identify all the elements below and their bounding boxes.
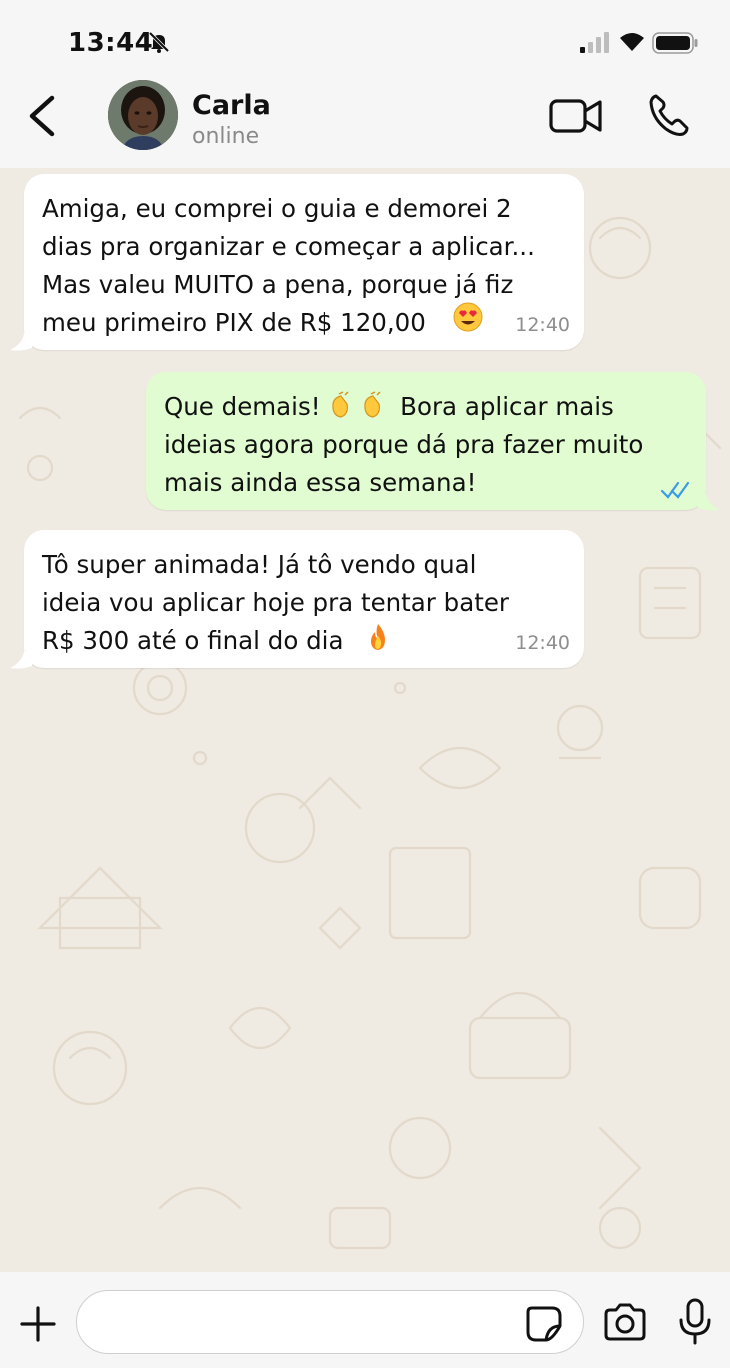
wifi-icon [620, 33, 644, 51]
message-bubble-incoming[interactable]: Amiga, eu comprei o guia e demorei 2 dia… [24, 174, 584, 350]
avatar-portrait [108, 80, 178, 150]
bubble-tail [698, 494, 720, 511]
status-bar: 13:44 [0, 0, 730, 80]
plus-icon[interactable] [18, 1304, 58, 1344]
video-call-icon[interactable] [548, 96, 604, 136]
status-time: 13:44 [68, 28, 154, 58]
message-bubble-outgoing[interactable]: Que demais! Bora aplicar mais ideias ago… [146, 372, 706, 510]
message-time: 12:40 [515, 632, 570, 654]
sticker-icon[interactable] [524, 1304, 564, 1344]
message-text: Tô super animada! Já tô vendo qual ideia… [42, 550, 509, 655]
contact-status: online [192, 124, 260, 149]
read-double-check-icon [660, 481, 690, 499]
signal-icon [580, 32, 609, 53]
message-bubble-incoming[interactable]: Tô super animada! Já tô vendo qual ideia… [24, 530, 584, 668]
heart-eyes-emoji [453, 302, 483, 332]
message-input[interactable] [76, 1290, 584, 1354]
message-text-start: Que demais! [164, 392, 321, 421]
bubble-tail [10, 334, 32, 351]
bubble-tail [10, 652, 32, 669]
message-time: 12:40 [515, 314, 570, 336]
chat-header: Carla online [0, 80, 730, 170]
bell-off-icon [148, 31, 170, 53]
contact-name[interactable]: Carla [192, 90, 271, 121]
phone-call-icon[interactable] [646, 92, 692, 138]
chat-area[interactable]: Amiga, eu comprei o guia e demorei 2 dia… [0, 168, 730, 1272]
camera-icon[interactable] [602, 1302, 648, 1342]
battery-icon [652, 32, 698, 54]
avatar[interactable] [108, 80, 178, 150]
clapping-hands-emoji [364, 391, 381, 418]
back-chevron-icon[interactable] [22, 92, 62, 140]
fire-emoji [371, 624, 385, 650]
input-bar [0, 1272, 730, 1368]
microphone-icon[interactable] [678, 1298, 712, 1346]
clapping-hands-emoji [332, 391, 349, 418]
